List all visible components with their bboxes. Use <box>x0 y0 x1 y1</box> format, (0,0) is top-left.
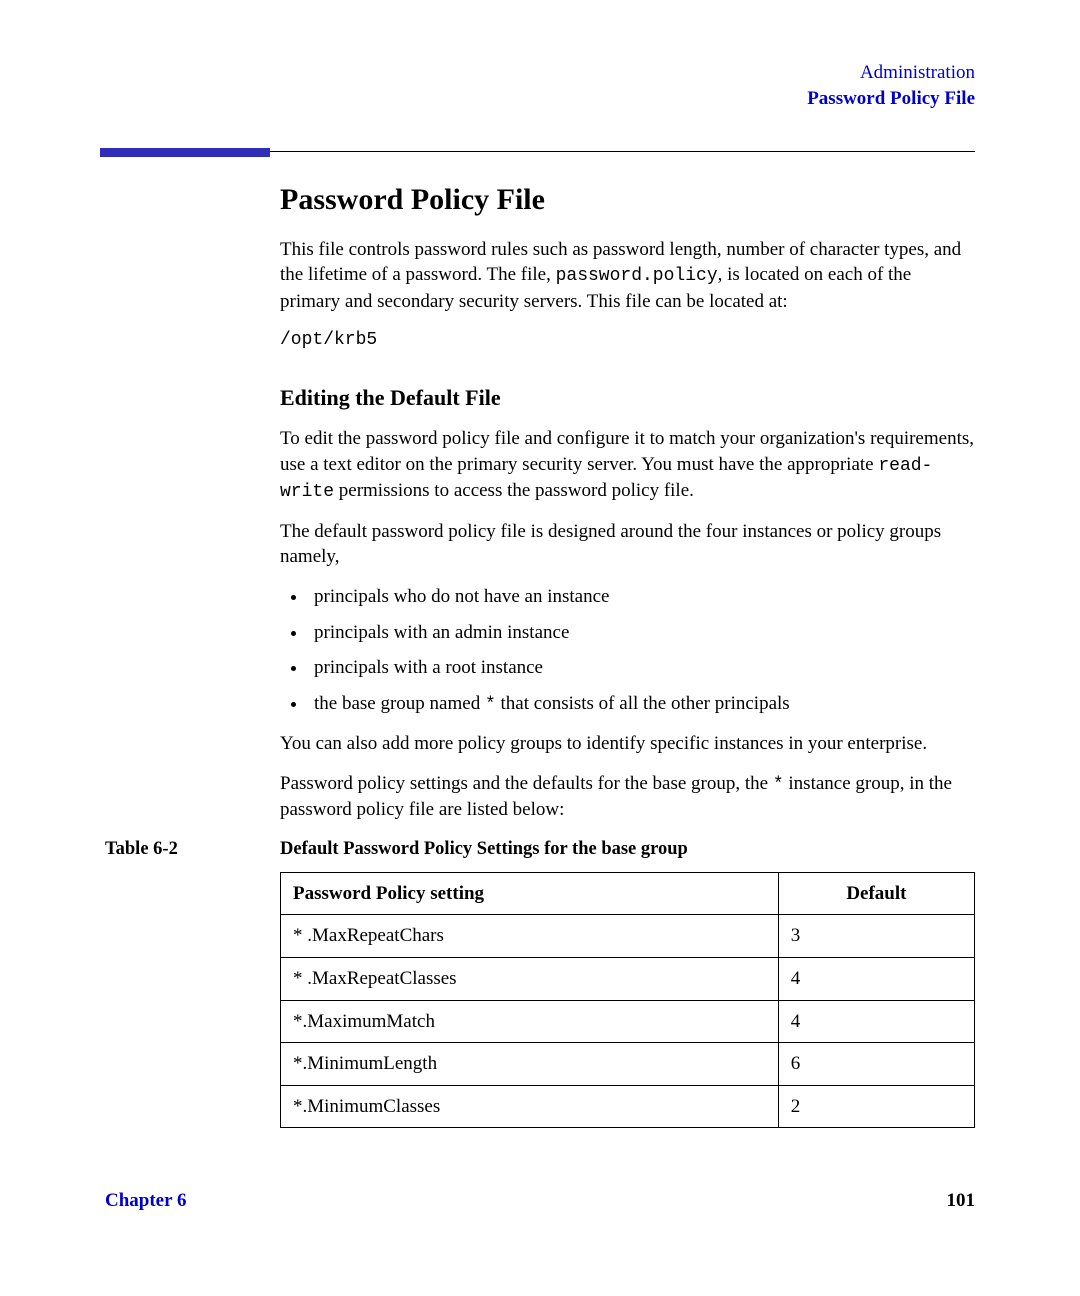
th-setting: Password Policy setting <box>281 872 779 915</box>
table-number: Table 6-2 <box>105 837 280 862</box>
cell-setting: *.MinimumClasses <box>281 1085 779 1128</box>
edit-paragraph-2: The default password policy file is desi… <box>280 519 975 570</box>
table-row: * .MaxRepeatChars 3 <box>281 915 975 958</box>
page-header: Administration Password Policy File <box>105 60 975 111</box>
table-caption: Default Password Policy Settings for the… <box>280 837 688 862</box>
cell-default: 6 <box>778 1043 974 1086</box>
cell-default: 4 <box>778 1000 974 1043</box>
table-header-row: Password Policy setting Default <box>281 872 975 915</box>
header-admin: Administration <box>105 60 975 86</box>
page-footer: Chapter 6 101 <box>105 1188 975 1214</box>
cell-setting: *.MaximumMatch <box>281 1000 779 1043</box>
rule-accent <box>100 148 270 157</box>
edit-p1-b: permissions to access the password polic… <box>334 480 694 501</box>
list-item: principals with a root instance <box>308 655 975 681</box>
b4-code: * <box>485 695 496 715</box>
list-item: principals with an admin instance <box>308 620 975 646</box>
footer-chapter: Chapter 6 <box>105 1188 186 1214</box>
header-subtitle: Password Policy File <box>105 86 975 112</box>
cell-default: 4 <box>778 957 974 1000</box>
edit-p1-a: To edit the password policy file and con… <box>280 428 974 475</box>
cell-setting: * .MaxRepeatChars <box>281 915 779 958</box>
policy-groups-list: principals who do not have an instance p… <box>280 584 975 717</box>
edit-paragraph-3: You can also add more policy groups to i… <box>280 731 975 757</box>
intro-code: password.policy <box>556 266 718 286</box>
cell-default: 2 <box>778 1085 974 1128</box>
cell-setting: * .MaxRepeatClasses <box>281 957 779 1000</box>
footer-page-number: 101 <box>947 1188 976 1214</box>
edit-paragraph-1: To edit the password policy file and con… <box>280 426 975 504</box>
table-row: *.MinimumLength 6 <box>281 1043 975 1086</box>
list-item: the base group named * that consists of … <box>308 691 975 717</box>
list-item: principals who do not have an instance <box>308 584 975 610</box>
cell-setting: *.MinimumLength <box>281 1043 779 1086</box>
p4-code: * <box>773 775 784 795</box>
page-title: Password Policy File <box>280 180 975 221</box>
path-line: /opt/krb5 <box>280 328 975 352</box>
section-editing-title: Editing the Default File <box>280 383 975 413</box>
intro-paragraph: This file controls password rules such a… <box>280 237 975 315</box>
table-row: *.MaximumMatch 4 <box>281 1000 975 1043</box>
header-rule <box>105 151 975 152</box>
b4-b: that consists of all the other principal… <box>496 693 790 714</box>
cell-default: 3 <box>778 915 974 958</box>
b4-a: the base group named <box>314 693 485 714</box>
p4-a: Password policy settings and the default… <box>280 773 773 794</box>
edit-paragraph-4: Password policy settings and the default… <box>280 771 975 823</box>
table-row: * .MaxRepeatClasses 4 <box>281 957 975 1000</box>
policy-table: Password Policy setting Default * .MaxRe… <box>280 872 975 1129</box>
table-row: *.MinimumClasses 2 <box>281 1085 975 1128</box>
main-content: Password Policy File This file controls … <box>280 180 975 1128</box>
th-default: Default <box>778 872 974 915</box>
table-caption-row: Table 6-2 Default Password Policy Settin… <box>105 837 975 862</box>
